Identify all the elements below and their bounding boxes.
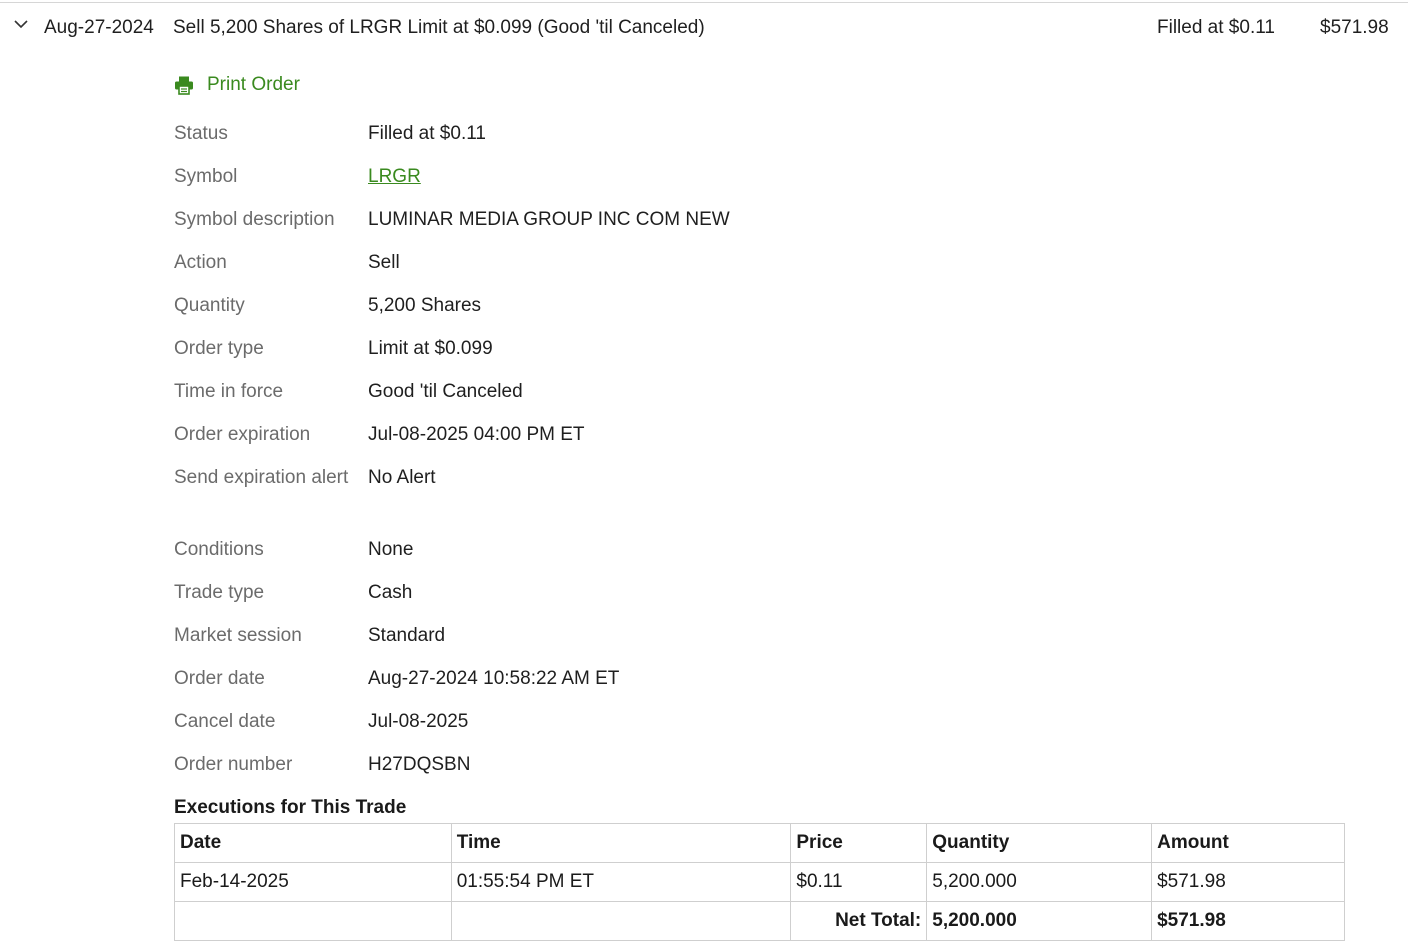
detail-value: Cash <box>368 582 413 603</box>
summary-description: Sell 5,200 Shares of LRGR Limit at $0.09… <box>173 17 705 38</box>
column-header-price: Price <box>790 823 928 863</box>
detail-value: 5,200 Shares <box>368 295 482 316</box>
column-header-time: Time <box>450 823 792 863</box>
cell-time: 01:55:54 PM ET <box>450 862 792 902</box>
detail-value: Filled at $0.11 <box>368 123 486 144</box>
executions-title: Executions for This Trade <box>174 797 407 818</box>
column-header-date: Date <box>174 823 452 863</box>
detail-row-order-type: Order type Limit at $0.099 <box>174 332 874 375</box>
detail-row-symbol-description: Symbol description LUMINAR MEDIA GROUP I… <box>174 203 874 246</box>
detail-value: Limit at $0.099 <box>368 338 493 359</box>
detail-label: Symbol <box>174 166 238 187</box>
detail-row-status: Status Filled at $0.11 <box>174 117 874 160</box>
net-total-spacer <box>450 901 791 941</box>
detail-label: Order expiration <box>174 424 311 445</box>
detail-label: Send expiration alert <box>174 467 349 488</box>
net-total-row: Net Total: 5,200.000 $571.98 <box>174 901 1345 941</box>
detail-value: Good 'til Canceled <box>368 381 523 402</box>
net-total-spacer <box>174 901 452 941</box>
net-total-quantity: 5,200.000 <box>926 901 1153 941</box>
symbol-link[interactable]: LRGR <box>368 162 421 191</box>
column-header-amount: Amount <box>1151 823 1345 863</box>
detail-row-conditions: Conditions None <box>174 533 874 576</box>
chevron-down-icon[interactable] <box>13 16 29 32</box>
detail-row-order-number: Order number H27DQSBN <box>174 748 874 791</box>
cell-date: Feb-14-2025 <box>174 862 452 902</box>
top-divider <box>0 2 1408 3</box>
detail-label: Conditions <box>174 539 264 560</box>
detail-value: No Alert <box>368 467 436 488</box>
detail-value: Jul-08-2025 <box>368 711 469 732</box>
printer-icon <box>175 76 193 95</box>
detail-row-order-expiration: Order expiration Jul-08-2025 04:00 PM ET <box>174 418 874 461</box>
cell-quantity: 5,200.000 <box>926 862 1153 902</box>
detail-label: Market session <box>174 625 302 646</box>
cell-amount: $571.98 <box>1151 862 1345 902</box>
detail-value: H27DQSBN <box>368 754 471 775</box>
net-total-label: Net Total: <box>790 901 927 941</box>
table-row: Feb-14-2025 01:55:54 PM ET $0.11 5,200.0… <box>174 862 1345 902</box>
detail-label: Symbol description <box>174 209 335 230</box>
detail-label: Order date <box>174 668 265 689</box>
order-details-list: Status Filled at $0.11 Symbol LRGR Symbo… <box>174 117 874 791</box>
detail-label: Trade type <box>174 582 265 603</box>
detail-value: Aug-27-2024 10:58:22 AM ET <box>368 668 620 689</box>
detail-label: Cancel date <box>174 711 276 732</box>
print-order-label[interactable]: Print Order <box>207 74 300 96</box>
detail-value: LUMINAR MEDIA GROUP INC COM NEW <box>368 209 730 230</box>
net-total-amount: $571.98 <box>1151 901 1345 941</box>
order-summary-row[interactable]: Aug-27-2024 Sell 5,200 Shares of LRGR Li… <box>0 14 1408 44</box>
detail-label: Order type <box>174 338 264 359</box>
print-order-button[interactable]: Print Order <box>174 72 300 98</box>
table-header-row: Date Time Price Quantity Amount <box>174 823 1345 863</box>
detail-row-market-session: Market session Standard <box>174 619 874 662</box>
detail-row-quantity: Quantity 5,200 Shares <box>174 289 874 332</box>
detail-value: Standard <box>368 625 446 646</box>
executions-table: Date Time Price Quantity Amount Feb-14-2… <box>174 823 1345 941</box>
summary-amount: $571.98 <box>1320 17 1389 38</box>
detail-label: Action <box>174 252 227 273</box>
detail-row-time-in-force: Time in force Good 'til Canceled <box>174 375 874 418</box>
detail-value: None <box>368 539 414 560</box>
summary-date: Aug-27-2024 <box>44 17 154 38</box>
detail-row-order-date: Order date Aug-27-2024 10:58:22 AM ET <box>174 662 874 705</box>
column-header-quantity: Quantity <box>926 823 1153 863</box>
detail-label: Quantity <box>174 295 245 316</box>
detail-label: Time in force <box>174 381 284 402</box>
detail-value: Jul-08-2025 04:00 PM ET <box>368 424 585 445</box>
detail-row-send-expiration-alert: Send expiration alert No Alert <box>174 461 874 533</box>
summary-status: Filled at $0.11 <box>1157 17 1275 38</box>
detail-label: Status <box>174 123 228 144</box>
detail-value: Sell <box>368 252 400 273</box>
detail-row-action: Action Sell <box>174 246 874 289</box>
detail-row-symbol: Symbol LRGR <box>174 160 874 203</box>
detail-label: Order number <box>174 754 293 775</box>
detail-row-cancel-date: Cancel date Jul-08-2025 <box>174 705 874 748</box>
detail-row-trade-type: Trade type Cash <box>174 576 874 619</box>
cell-price: $0.11 <box>790 862 928 902</box>
